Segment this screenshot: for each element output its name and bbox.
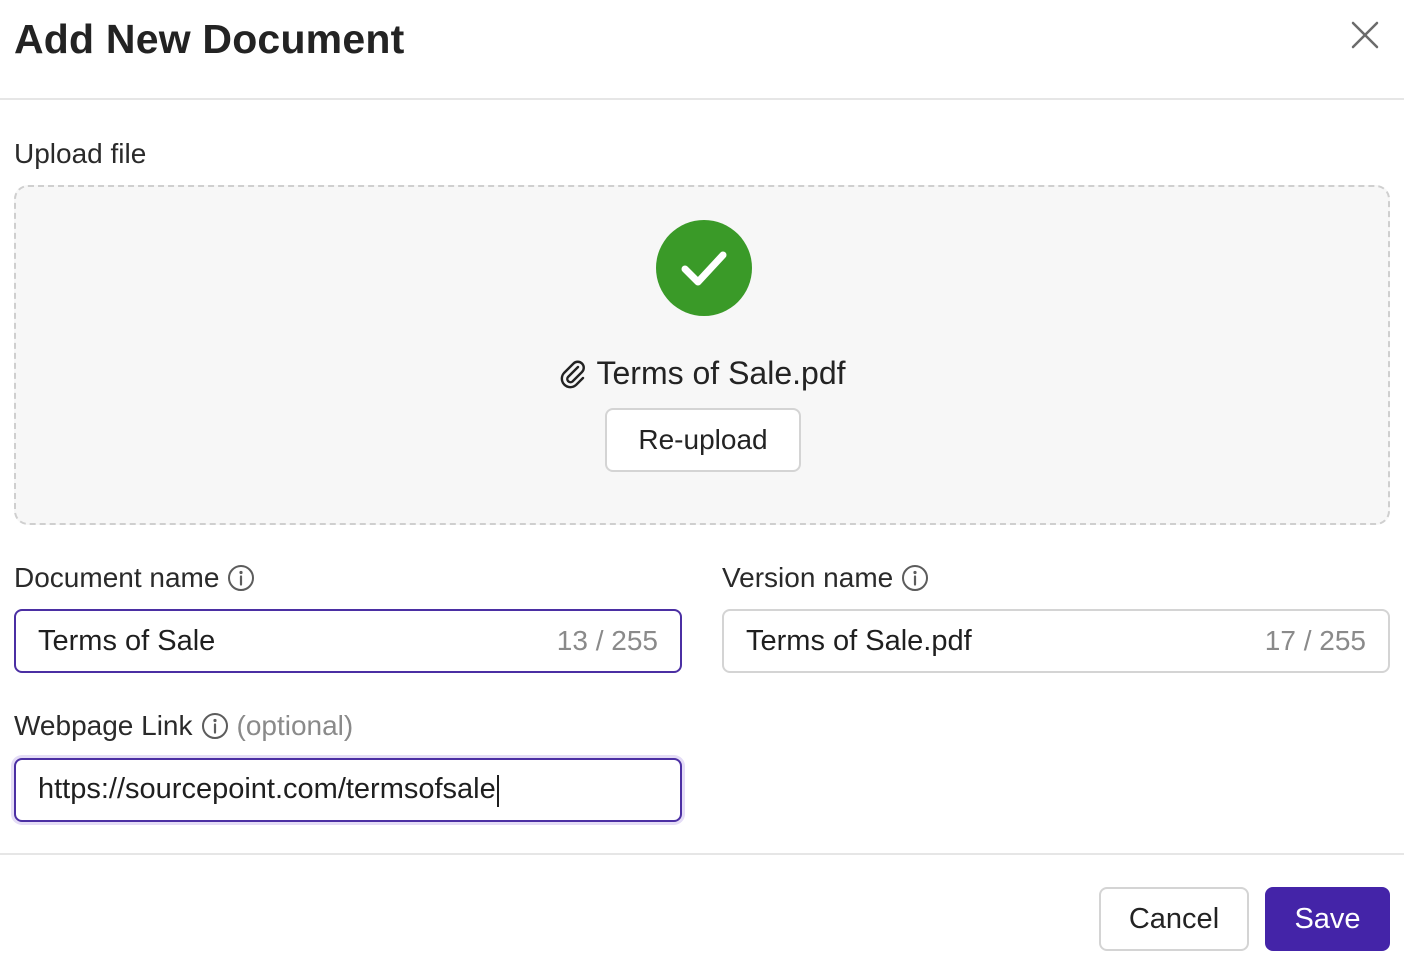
reupload-button[interactable]: Re-upload — [605, 408, 801, 472]
document-name-input[interactable]: Terms of Sale 13 / 255 — [14, 609, 682, 673]
document-name-value: Terms of Sale — [38, 624, 216, 657]
document-name-counter: 13 / 255 — [556, 625, 658, 656]
dialog-title: Add New Document — [14, 16, 405, 62]
upload-success-indicator — [656, 220, 752, 316]
version-name-label: Version name — [722, 562, 894, 593]
webpage-link-label-row: Webpage Link (optional) — [14, 710, 353, 742]
version-name-input[interactable]: Terms of Sale.pdf 17 / 255 — [722, 609, 1390, 673]
paperclip-icon — [560, 360, 585, 388]
uploaded-file-name: Terms of Sale.pdf — [596, 355, 846, 391]
dialog-header: Add New Document — [0, 0, 1404, 100]
close-button[interactable] — [1350, 20, 1380, 50]
upload-file-label: Upload file — [14, 138, 147, 169]
text-caret — [496, 774, 499, 807]
cancel-button[interactable]: Cancel — [1099, 887, 1249, 951]
webpage-link-value: https://sourcepoint.com/termsofsale — [38, 773, 658, 807]
webpage-link-input[interactable]: https://sourcepoint.com/termsofsale — [14, 758, 682, 822]
document-name-label: Document name — [14, 562, 220, 593]
save-button[interactable]: Save — [1265, 887, 1390, 951]
document-name-label-row: Document name — [14, 562, 255, 594]
optional-hint: (optional) — [236, 710, 354, 741]
close-icon — [1351, 21, 1379, 49]
info-icon[interactable] — [227, 564, 255, 592]
version-name-label-row: Version name — [722, 562, 929, 594]
footer-divider — [0, 853, 1404, 855]
upload-dropzone[interactable]: Terms of Sale.pdf Re-upload — [14, 185, 1390, 525]
webpage-link-label: Webpage Link — [14, 710, 193, 741]
add-document-dialog: Add New Document Upload file Terms of Sa… — [0, 0, 1404, 960]
info-icon[interactable] — [201, 712, 229, 740]
info-icon[interactable] — [901, 564, 929, 592]
uploaded-file-row: Terms of Sale.pdf — [16, 355, 1388, 392]
webpage-link-text: https://sourcepoint.com/termsofsale — [38, 773, 496, 806]
check-circle-icon — [681, 251, 727, 286]
version-name-value: Terms of Sale.pdf — [746, 624, 972, 657]
version-name-counter: 17 / 255 — [1264, 625, 1366, 656]
